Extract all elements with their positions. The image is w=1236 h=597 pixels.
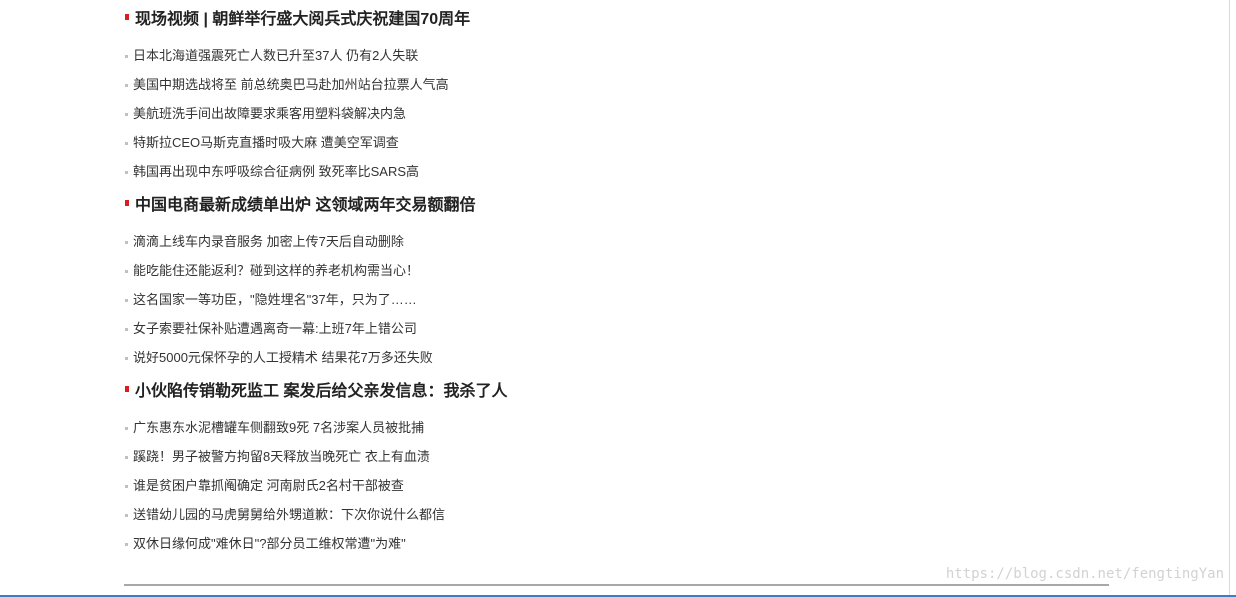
news-items: 日本北海道强震死亡人数已升至37人 仍有2人失联 美国中期选战将至 前总统奥巴马… bbox=[124, 41, 1114, 186]
news-item-link[interactable]: 特斯拉CEO马斯克直播时吸大麻 遭美空军调查 bbox=[124, 128, 1114, 157]
bullet-icon bbox=[125, 485, 128, 488]
news-list: 现场视频 | 朝鲜举行盛大阅兵式庆祝建国70周年 日本北海道强震死亡人数已升至3… bbox=[124, 0, 1114, 558]
headline-text: 现场视频 | 朝鲜举行盛大阅兵式庆祝建国70周年 bbox=[135, 11, 471, 28]
bullet-icon bbox=[125, 241, 128, 244]
red-square-icon bbox=[125, 14, 129, 20]
news-item-link[interactable]: 日本北海道强震死亡人数已升至37人 仍有2人失联 bbox=[124, 41, 1114, 70]
news-item-text: 说好5000元保怀孕的人工授精术 结果花7万多还失败 bbox=[133, 350, 433, 365]
news-item-text: 女子索要社保补贴遭遇离奇一幕:上班7年上错公司 bbox=[133, 321, 417, 336]
bullet-icon bbox=[125, 328, 128, 331]
headline-text: 中国电商最新成绩单出炉 这领域两年交易额翻倍 bbox=[135, 197, 476, 214]
headline-link[interactable]: 小伙陷传销勒死监工 案发后给父亲发信息：我杀了人 bbox=[124, 372, 1114, 412]
watermark-text: https://blog.csdn.net/fengtingYan bbox=[945, 566, 1224, 582]
bottom-divider bbox=[124, 584, 1109, 586]
bullet-icon bbox=[125, 171, 128, 174]
bullet-icon bbox=[125, 142, 128, 145]
news-item-link[interactable]: 滴滴上线车内录音服务 加密上传7天后自动删除 bbox=[124, 227, 1114, 256]
news-item-text: 送错幼儿园的马虎舅舅给外甥道歉：下次你说什么都信 bbox=[133, 507, 446, 522]
news-item-text: 广东惠东水泥槽罐车侧翻致9死 7名涉案人员被批捕 bbox=[133, 420, 425, 435]
news-items: 滴滴上线车内录音服务 加密上传7天后自动删除 能吃能住还能返利？碰到这样的养老机… bbox=[124, 227, 1114, 372]
news-item-link[interactable]: 谁是贫困户靠抓阄确定 河南尉氏2名村干部被查 bbox=[124, 471, 1114, 500]
news-item-link[interactable]: 双休日缘何成"难休日"?部分员工维权常遭"为难" bbox=[124, 529, 1114, 558]
news-item-link[interactable]: 能吃能住还能返利？碰到这样的养老机构需当心！ bbox=[124, 256, 1114, 285]
news-item-text: 谁是贫困户靠抓阄确定 河南尉氏2名村干部被查 bbox=[133, 478, 404, 493]
bullet-icon bbox=[125, 427, 128, 430]
news-item-link[interactable]: 美航班洗手间出故障要求乘客用塑料袋解决内急 bbox=[124, 99, 1114, 128]
bullet-icon bbox=[125, 514, 128, 517]
news-item-text: 美国中期选战将至 前总统奥巴马赴加州站台拉票人气高 bbox=[133, 77, 449, 92]
news-section: 小伙陷传销勒死监工 案发后给父亲发信息：我杀了人 广东惠东水泥槽罐车侧翻致9死 … bbox=[124, 372, 1114, 558]
headline-text: 小伙陷传销勒死监工 案发后给父亲发信息：我杀了人 bbox=[135, 383, 508, 400]
news-item-link[interactable]: 送错幼儿园的马虎舅舅给外甥道歉：下次你说什么都信 bbox=[124, 500, 1114, 529]
bullet-icon bbox=[125, 357, 128, 360]
news-item-link[interactable]: 广东惠东水泥槽罐车侧翻致9死 7名涉案人员被批捕 bbox=[124, 413, 1114, 442]
news-item-text: 双休日缘何成"难休日"?部分员工维权常遭"为难" bbox=[133, 536, 406, 551]
bullet-icon bbox=[125, 55, 128, 58]
bullet-icon bbox=[125, 543, 128, 546]
news-section: 现场视频 | 朝鲜举行盛大阅兵式庆祝建国70周年 日本北海道强震死亡人数已升至3… bbox=[124, 0, 1114, 186]
news-item-link[interactable]: 说好5000元保怀孕的人工授精术 结果花7万多还失败 bbox=[124, 343, 1114, 372]
news-item-text: 这名国家一等功臣，"隐姓埋名"37年，只为了…… bbox=[133, 292, 417, 307]
right-edge-line bbox=[1229, 0, 1230, 597]
news-item-link[interactable]: 女子索要社保补贴遭遇离奇一幕:上班7年上错公司 bbox=[124, 314, 1114, 343]
news-item-text: 滴滴上线车内录音服务 加密上传7天后自动删除 bbox=[133, 234, 404, 249]
bullet-icon bbox=[125, 456, 128, 459]
news-item-text: 美航班洗手间出故障要求乘客用塑料袋解决内急 bbox=[133, 106, 407, 121]
bullet-icon bbox=[125, 270, 128, 273]
news-item-text: 特斯拉CEO马斯克直播时吸大麻 遭美空军调查 bbox=[133, 135, 399, 150]
news-item-link[interactable]: 韩国再出现中东呼吸综合征病例 致死率比SARS高 bbox=[124, 157, 1114, 186]
news-item-text: 韩国再出现中东呼吸综合征病例 致死率比SARS高 bbox=[133, 164, 420, 179]
news-item-text: 能吃能住还能返利？碰到这样的养老机构需当心！ bbox=[133, 263, 420, 278]
news-item-link[interactable]: 蹊跷！男子被警方拘留8天释放当晚死亡 衣上有血渍 bbox=[124, 442, 1114, 471]
bullet-icon bbox=[125, 299, 128, 302]
bullet-icon bbox=[125, 113, 128, 116]
red-square-icon bbox=[125, 386, 129, 392]
news-items: 广东惠东水泥槽罐车侧翻致9死 7名涉案人员被批捕 蹊跷！男子被警方拘留8天释放当… bbox=[124, 413, 1114, 558]
headline-link[interactable]: 中国电商最新成绩单出炉 这领域两年交易额翻倍 bbox=[124, 186, 1114, 226]
news-item-text: 日本北海道强震死亡人数已升至37人 仍有2人失联 bbox=[133, 48, 419, 63]
news-item-link[interactable]: 这名国家一等功臣，"隐姓埋名"37年，只为了…… bbox=[124, 285, 1114, 314]
headline-link[interactable]: 现场视频 | 朝鲜举行盛大阅兵式庆祝建国70周年 bbox=[124, 0, 1114, 40]
news-section: 中国电商最新成绩单出炉 这领域两年交易额翻倍 滴滴上线车内录音服务 加密上传7天… bbox=[124, 186, 1114, 372]
news-item-text: 蹊跷！男子被警方拘留8天释放当晚死亡 衣上有血渍 bbox=[133, 449, 430, 464]
red-square-icon bbox=[125, 200, 129, 206]
news-item-link[interactable]: 美国中期选战将至 前总统奥巴马赴加州站台拉票人气高 bbox=[124, 70, 1114, 99]
bullet-icon bbox=[125, 84, 128, 87]
